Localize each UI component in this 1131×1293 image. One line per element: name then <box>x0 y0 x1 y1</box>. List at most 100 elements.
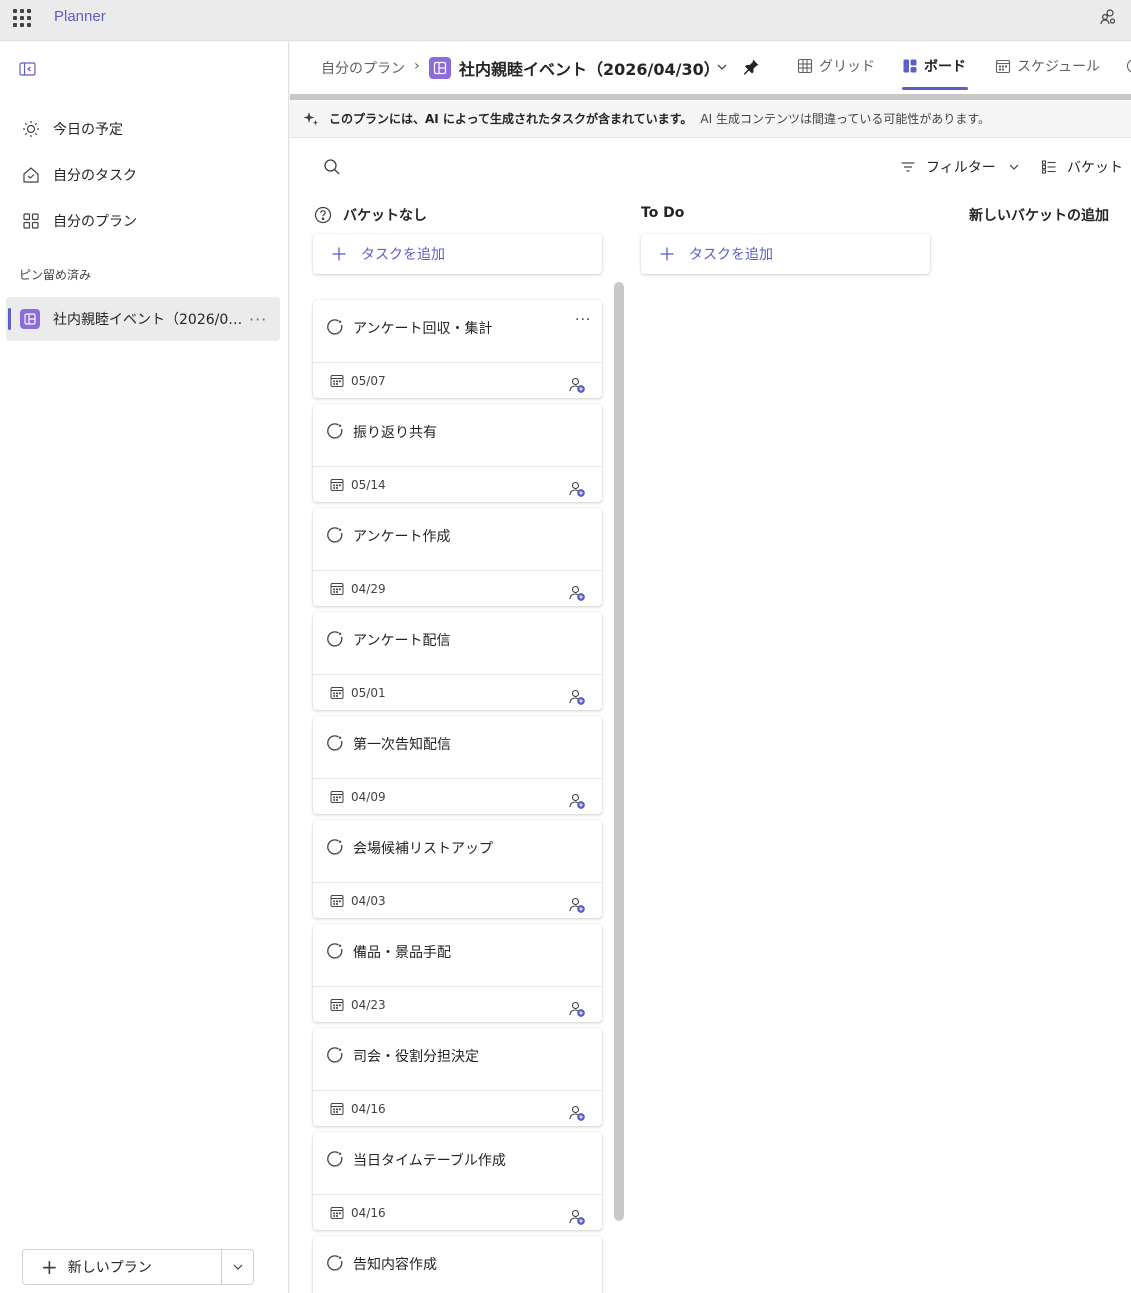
task-status-icon[interactable] <box>326 838 344 856</box>
assign-person-icon[interactable] <box>569 585 585 601</box>
tab-grid[interactable]: グリッド <box>797 42 875 90</box>
more-options-icon[interactable]: ··· <box>575 312 591 328</box>
task-status-icon[interactable] <box>326 318 344 336</box>
task-card[interactable]: 備品・景品手配 04/23 <box>313 924 602 1022</box>
assign-person-icon[interactable] <box>569 793 585 809</box>
people-settings-icon[interactable] <box>1099 8 1117 26</box>
main-content: 自分のプラン › 社内親睦イベント（2026/04/30） グリッド ボード ス… <box>290 42 1131 1293</box>
card-divider <box>313 570 602 571</box>
assign-person-icon[interactable] <box>569 1209 585 1225</box>
tab-schedule[interactable]: スケジュール <box>995 42 1100 90</box>
more-options-icon[interactable]: ··· <box>249 310 267 329</box>
selected-indicator <box>8 308 11 330</box>
task-status-icon[interactable] <box>326 734 344 752</box>
task-due-date: 04/16 <box>351 1206 386 1220</box>
nav-item-my-plans[interactable]: 自分のプラン <box>6 201 280 241</box>
task-title: 振り返り共有 <box>353 425 437 441</box>
chevron-down-icon[interactable] <box>715 60 729 74</box>
task-due-date: 05/14 <box>351 478 386 492</box>
board-icon <box>903 59 917 73</box>
task-card[interactable]: アンケート配信 05/01 <box>313 612 602 710</box>
calendar-icon <box>330 1207 344 1219</box>
pin-icon[interactable] <box>742 58 760 76</box>
card-divider <box>313 882 602 883</box>
nav-item-my-tasks[interactable]: 自分のタスク <box>6 155 280 195</box>
app-name[interactable]: Planner <box>54 8 106 25</box>
bucket-name: バケットなし <box>343 208 427 224</box>
question-icon <box>314 206 332 224</box>
task-title: アンケート回収・集計 <box>353 321 493 337</box>
add-task-button[interactable]: タスクを追加 <box>313 234 602 274</box>
page-title: 社内親睦イベント（2026/04/30） <box>459 60 720 79</box>
task-card[interactable]: 司会・役割分担決定 04/16 <box>313 1028 602 1126</box>
task-card[interactable]: アンケート回収・集計 ··· 05/07 <box>313 300 602 398</box>
grid-icon <box>23 213 39 229</box>
calendar-icon <box>330 479 344 491</box>
tab-label: スケジュール <box>1017 59 1101 75</box>
task-due-date: 04/16 <box>351 1102 386 1116</box>
list-icon <box>1041 160 1056 174</box>
card-divider <box>313 778 602 779</box>
bucket-header-todo[interactable]: To Do <box>641 205 684 221</box>
add-new-bucket-button[interactable]: 新しいバケットの追加 <box>969 205 1109 225</box>
new-plan-button[interactable]: + 新しいプラン <box>23 1250 223 1284</box>
task-title: 司会・役割分担決定 <box>353 1049 479 1065</box>
assign-person-icon[interactable] <box>569 1001 585 1017</box>
calendar-icon <box>330 895 344 907</box>
calendar-icon <box>330 687 344 699</box>
task-due-date: 05/07 <box>351 374 386 388</box>
chevron-down-icon <box>1009 164 1019 170</box>
app-launcher-icon[interactable] <box>13 9 31 27</box>
task-status-icon[interactable] <box>326 630 344 648</box>
task-title: 当日タイムテーブル作成 <box>353 1153 506 1169</box>
assign-person-icon[interactable] <box>569 1105 585 1121</box>
assign-person-icon[interactable] <box>569 377 585 393</box>
tab-label: ボード <box>924 59 966 75</box>
task-card[interactable]: 告知内容作成 <box>313 1236 602 1293</box>
calendar-icon <box>330 999 344 1011</box>
search-icon[interactable] <box>323 158 341 176</box>
nav-item-label: 今日の予定 <box>53 122 123 138</box>
task-due-date: 04/29 <box>351 582 386 596</box>
assign-person-icon[interactable] <box>569 481 585 497</box>
task-status-icon[interactable] <box>326 1046 344 1064</box>
assign-person-icon[interactable] <box>569 689 585 705</box>
assign-person-icon[interactable] <box>569 897 585 913</box>
task-card[interactable]: アンケート作成 04/29 <box>313 508 602 606</box>
breadcrumb-my-plans[interactable]: 自分のプラン <box>321 58 405 78</box>
chart-icon <box>1126 59 1131 73</box>
add-task-button[interactable]: タスクを追加 <box>641 234 930 274</box>
task-status-icon[interactable] <box>326 1150 344 1168</box>
task-card[interactable]: 会場候補リストアップ 04/03 <box>313 820 602 918</box>
tab-board[interactable]: ボード <box>902 42 968 90</box>
collapse-sidebar-icon[interactable] <box>19 61 37 77</box>
bucket-name: To Do <box>641 205 685 221</box>
chevron-down-icon <box>233 1264 242 1270</box>
task-card[interactable]: 振り返り共有 05/14 <box>313 404 602 502</box>
filter-button[interactable]: フィルター <box>900 156 1020 178</box>
new-plan-dropdown-button[interactable] <box>222 1250 253 1284</box>
pinned-section-header: ピン留め済み <box>19 268 92 282</box>
breadcrumb-separator: › <box>414 58 420 74</box>
nav-item-today[interactable]: 今日の予定 <box>6 109 280 149</box>
task-status-icon[interactable] <box>326 422 344 440</box>
card-divider <box>313 1194 602 1195</box>
task-due-date: 04/03 <box>351 894 386 908</box>
tab-more[interactable] <box>1126 42 1131 90</box>
home-icon <box>23 167 39 183</box>
plan-header: 自分のプラン › 社内親睦イベント（2026/04/30） グリッド ボード ス… <box>290 42 1131 94</box>
card-divider <box>313 674 602 675</box>
task-status-icon[interactable] <box>326 1254 344 1272</box>
task-status-icon[interactable] <box>326 526 344 544</box>
task-status-icon[interactable] <box>326 942 344 960</box>
group-by-bucket-button[interactable]: バケット <box>1041 156 1123 178</box>
bucket-scrollbar[interactable] <box>614 282 624 1221</box>
task-card[interactable]: 第一次告知配信 04/09 <box>313 716 602 814</box>
nav-item-label: 自分のタスク <box>53 168 137 184</box>
plan-board-icon <box>20 309 40 329</box>
task-card[interactable]: 当日タイムテーブル作成 04/16 <box>313 1132 602 1230</box>
bucket-header-no-bucket[interactable]: バケットなし <box>314 205 427 225</box>
pinned-plan-item[interactable]: 社内親睦イベント（2026/04/30） ··· <box>6 297 280 341</box>
task-due-date: 04/09 <box>351 790 386 804</box>
card-divider <box>313 466 602 467</box>
